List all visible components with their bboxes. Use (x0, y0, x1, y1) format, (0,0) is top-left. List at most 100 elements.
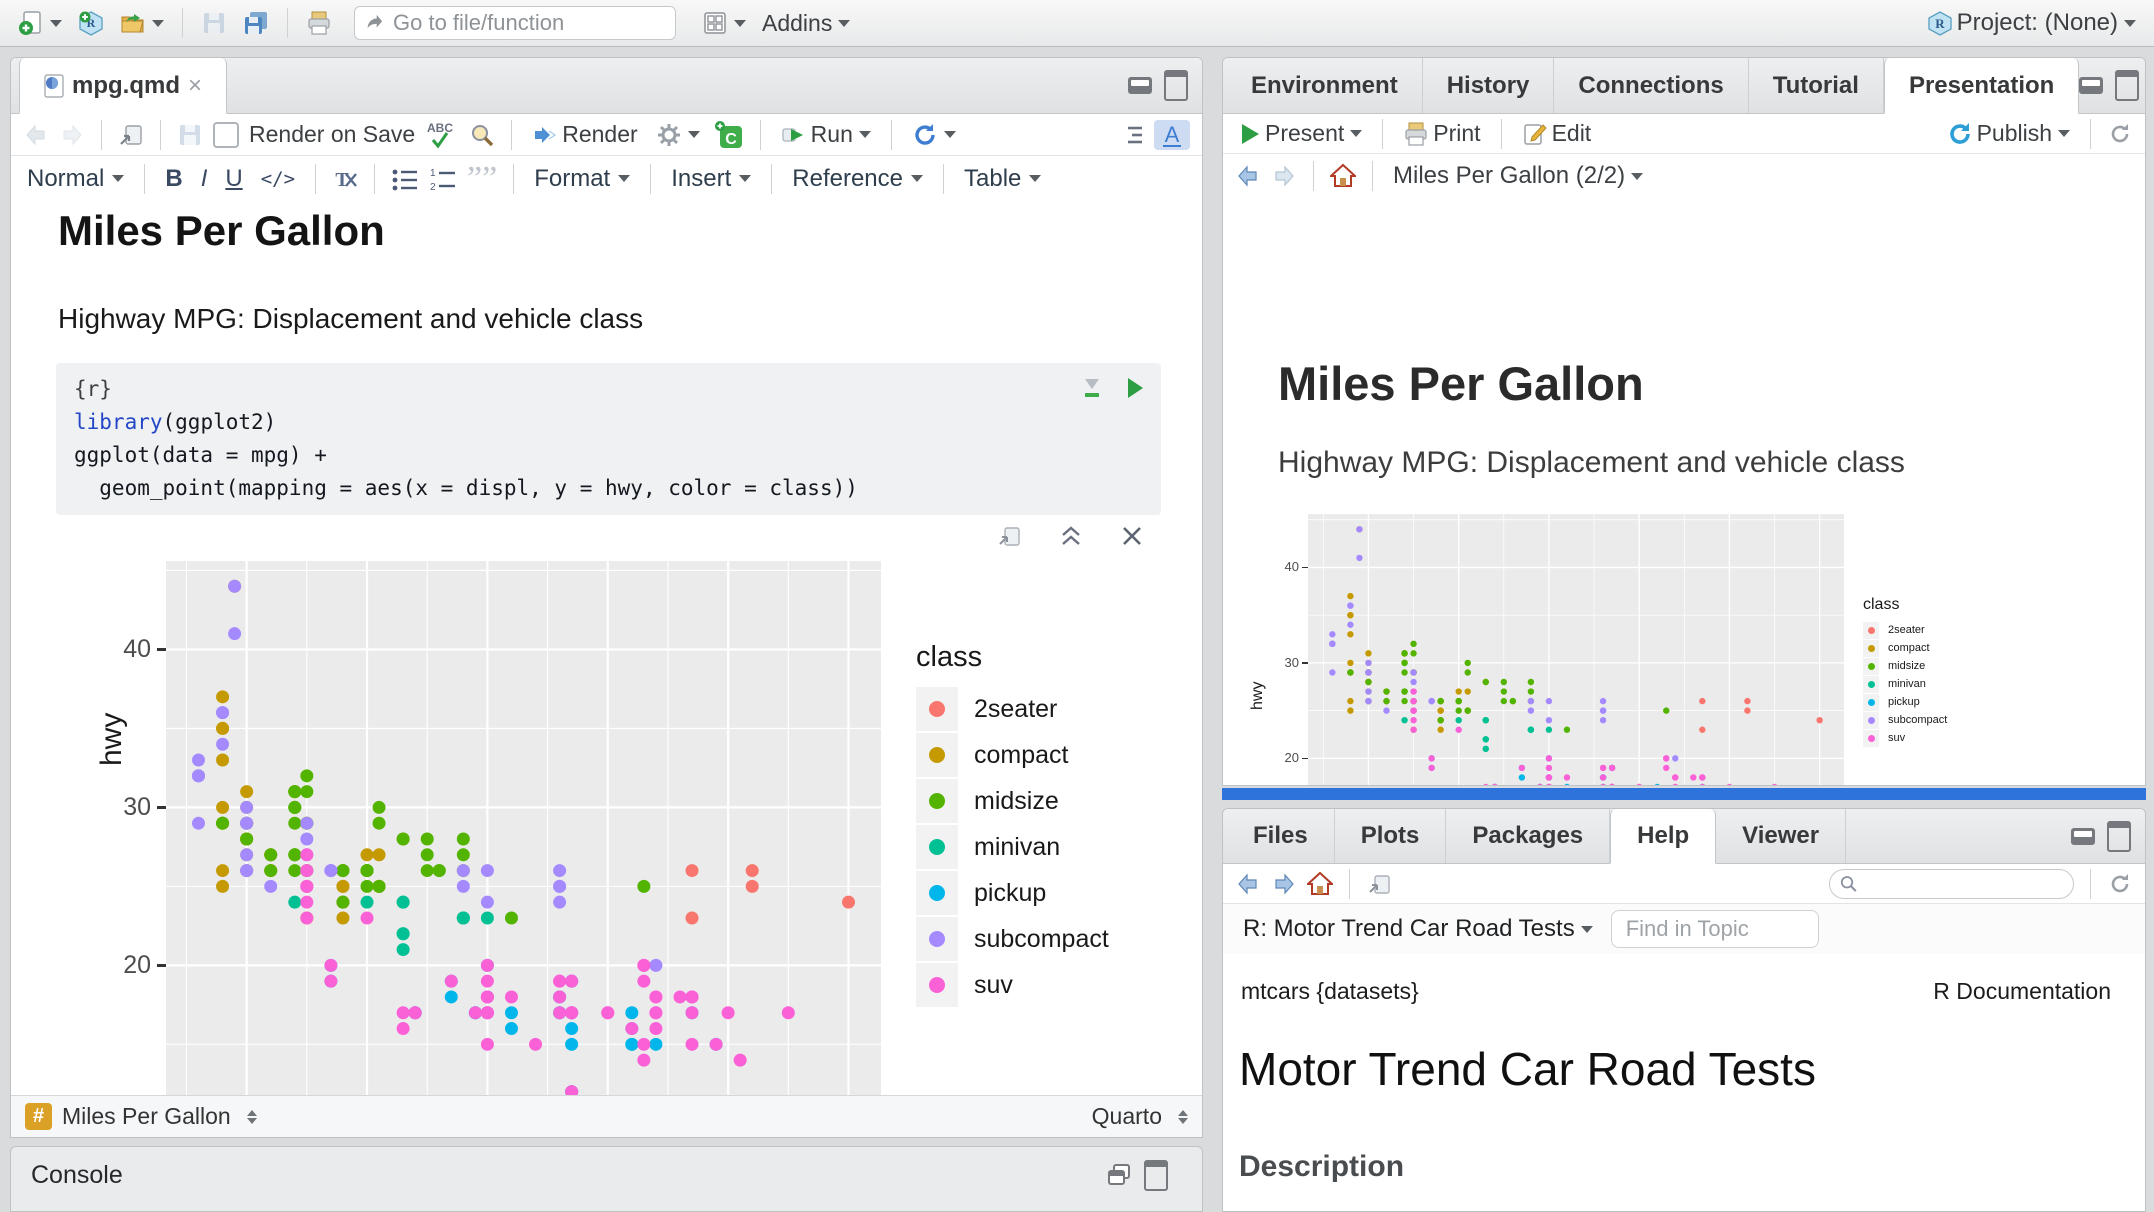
outline-current-section[interactable]: Miles Per Gallon (62, 1103, 231, 1130)
document-mode[interactable]: Quarto (1092, 1103, 1162, 1130)
tab-plots[interactable]: Plots (1335, 809, 1447, 863)
minimize-icon[interactable] (2079, 77, 2103, 94)
bold-button[interactable]: B (161, 165, 186, 193)
tab-files[interactable]: Files (1227, 809, 1335, 863)
back-icon[interactable] (1235, 871, 1261, 897)
edit-presentation-button[interactable]: Edit (1518, 118, 1596, 149)
insert-chunk-icon[interactable]: C (714, 120, 744, 150)
numbered-list-icon[interactable]: 12 (429, 166, 457, 192)
help-topic-select[interactable]: R: Motor Trend Car Road Tests (1239, 913, 1597, 945)
document-canvas[interactable]: Miles Per Gallon Highway MPG: Displaceme… (11, 201, 1202, 1097)
format-menu[interactable]: Format (530, 165, 634, 193)
home-icon[interactable] (1330, 163, 1356, 189)
pane-splitter[interactable] (1222, 788, 2146, 800)
print-presentation-button[interactable]: Print (1399, 118, 1484, 149)
project-menu-button[interactable]: R Project: (None) (1923, 7, 2140, 39)
bullet-list-icon[interactable] (391, 166, 419, 192)
refresh-icon[interactable] (2107, 121, 2133, 147)
reference-menu[interactable]: Reference (788, 165, 927, 193)
close-tab-icon[interactable]: × (188, 72, 202, 100)
tab-history[interactable]: History (1423, 58, 1555, 113)
refresh-icon[interactable] (2107, 871, 2133, 897)
new-project-button[interactable]: R (74, 8, 108, 38)
legend-key (916, 825, 958, 869)
tab-help[interactable]: Help (1610, 809, 1716, 864)
maximize-icon[interactable] (1164, 70, 1188, 101)
spellcheck-icon[interactable]: ABC (425, 120, 459, 150)
clear-formatting-icon[interactable]: T (332, 166, 358, 192)
underline-button[interactable]: U (221, 165, 246, 193)
presentation-slide[interactable]: Miles Per Gallon Highway MPG: Displaceme… (1223, 198, 2145, 786)
italic-button[interactable]: I (197, 165, 212, 193)
forward-icon[interactable] (1271, 871, 1297, 897)
render-on-save-checkbox[interactable] (213, 122, 239, 148)
code-line: library(ggplot2) (74, 406, 1143, 439)
maximize-icon[interactable] (1144, 1160, 1168, 1191)
table-menu[interactable]: Table (960, 165, 1045, 193)
outline-toggle-icon[interactable] (1118, 122, 1144, 148)
new-project-icon: R (78, 10, 104, 36)
search-icon[interactable] (469, 122, 495, 148)
goto-file-search[interactable] (354, 6, 676, 40)
tab-environment[interactable]: Environment (1227, 58, 1423, 113)
pane-layout-button[interactable] (698, 8, 750, 38)
run-chunk-icon[interactable] (1125, 376, 1145, 400)
restore-icon[interactable] (1106, 1162, 1132, 1188)
back-icon[interactable] (23, 122, 49, 148)
console-header[interactable]: Console (11, 1147, 1202, 1203)
new-file-button[interactable] (14, 8, 66, 38)
render-button[interactable]: Render (528, 119, 641, 150)
paragraph-style-select[interactable]: Normal (23, 165, 128, 193)
tab-presentation[interactable]: Presentation (1884, 58, 2079, 114)
collapse-output-icon[interactable] (1058, 523, 1084, 549)
tab-connections[interactable]: Connections (1554, 58, 1748, 113)
present-button[interactable]: Present (1235, 118, 1366, 149)
goto-file-input[interactable] (391, 9, 665, 37)
run-button[interactable]: Run (777, 119, 875, 150)
maximize-icon[interactable] (2115, 70, 2139, 101)
rerun-button[interactable] (908, 120, 960, 150)
legend-item: pickup (1863, 693, 1947, 711)
open-file-button[interactable] (116, 8, 168, 38)
render-options-button[interactable] (652, 120, 704, 150)
insert-menu[interactable]: Insert (667, 165, 755, 193)
addins-button[interactable]: Addins (758, 8, 854, 39)
back-icon[interactable] (1235, 163, 1261, 189)
legend-key (1863, 712, 1879, 729)
help-search-box[interactable] (1829, 869, 2074, 899)
help-document[interactable]: mtcars {datasets} R Documentation Motor … (1223, 954, 2145, 1212)
section-switcher-icon[interactable] (247, 1110, 257, 1124)
new-file-icon (18, 10, 44, 36)
popout-icon[interactable] (118, 122, 144, 148)
forward-icon[interactable] (59, 122, 85, 148)
popout-icon[interactable] (1366, 871, 1392, 897)
legend-label: minivan (1888, 678, 1926, 690)
help-search-input[interactable] (1864, 871, 2063, 896)
run-chunks-above-icon[interactable] (1081, 375, 1103, 401)
home-icon[interactable] (1307, 871, 1333, 897)
editor-window-controls (1128, 58, 1202, 113)
mode-switcher-icon[interactable] (1178, 1110, 1188, 1124)
popout-output-icon[interactable] (996, 523, 1022, 549)
r-code-chunk[interactable]: {r} library(ggplot2)ggplot(data = mpg) +… (56, 363, 1161, 515)
publish-button[interactable]: Publish (1943, 118, 2074, 149)
editor-tab-mpg-qmd[interactable]: mpg.qmd × (19, 58, 227, 114)
blockquote-icon[interactable]: ”” (467, 169, 497, 189)
save-button[interactable] (197, 8, 231, 38)
save-icon[interactable] (177, 122, 203, 148)
tab-viewer[interactable]: Viewer (1716, 809, 1846, 863)
print-button[interactable] (302, 8, 336, 38)
find-in-topic-input[interactable] (1611, 910, 1819, 948)
legend-items: 2seatercompactmidsizeminivanpickupsubcom… (916, 686, 1109, 1008)
save-all-button[interactable] (239, 8, 273, 38)
tab-packages[interactable]: Packages (1446, 809, 1610, 863)
tab-tutorial[interactable]: Tutorial (1749, 58, 1884, 113)
visual-editor-toggle[interactable]: A (1154, 120, 1190, 150)
slide-navigator[interactable]: Miles Per Gallon (2/2) (1389, 160, 1647, 192)
minimize-icon[interactable] (2071, 828, 2095, 845)
clear-output-icon[interactable] (1120, 524, 1144, 548)
forward-icon[interactable] (1271, 163, 1297, 189)
maximize-icon[interactable] (2107, 821, 2131, 852)
code-format-button[interactable]: </> (257, 168, 299, 190)
minimize-icon[interactable] (1128, 77, 1152, 94)
